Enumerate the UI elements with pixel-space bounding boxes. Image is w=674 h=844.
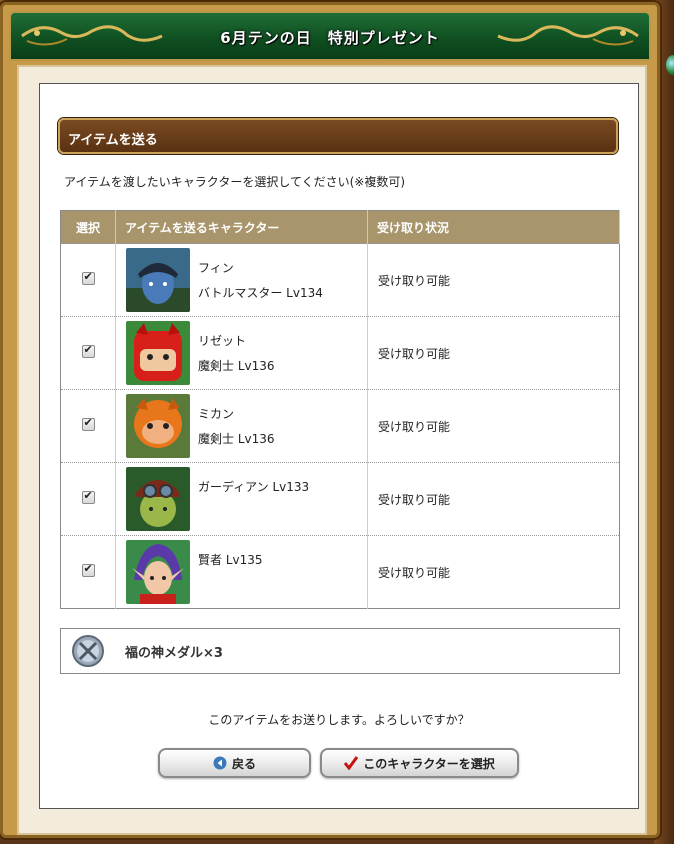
avatar-icon — [126, 540, 190, 604]
content-panel: アイテムを送る アイテムを渡したいキャラクターを選択してください(※複数可) 選… — [39, 83, 639, 809]
select-button-label: このキャラクターを選択 — [363, 756, 495, 771]
table-row: ガーディアン Lv133 受け取り可能 — [60, 462, 620, 536]
header-character: アイテムを送るキャラクター — [115, 210, 368, 244]
medal-icon — [72, 635, 104, 667]
status-text: 受け取り可能 — [367, 389, 620, 463]
status-text: 受け取り可能 — [367, 535, 620, 609]
table-row: 賢者 Lv135 受け取り可能 — [60, 535, 620, 609]
checkmark-icon — [344, 756, 359, 770]
avatar-icon — [126, 394, 190, 458]
gem-icon — [666, 55, 674, 75]
character-name: ミカン — [198, 407, 235, 421]
back-button[interactable]: 戻る — [158, 748, 311, 778]
instruction-text: アイテムを渡したいキャラクターを選択してください(※複数可) — [64, 175, 406, 189]
character-job: 魔剣士 Lv136 — [198, 432, 275, 446]
character-name: フィン — [198, 261, 234, 275]
select-character-button[interactable]: このキャラクターを選択 — [320, 748, 519, 778]
table-row: ミカン魔剣士 Lv136 受け取り可能 — [60, 389, 620, 463]
character-job: 賢者 Lv135 — [198, 553, 263, 567]
back-arrow-icon — [213, 756, 227, 770]
status-text: 受け取り可能 — [367, 243, 620, 317]
item-label: 福の神メダル×3 — [125, 645, 223, 661]
avatar-icon — [126, 467, 190, 531]
dialog-title: 6月テンの日 特別プレゼント — [220, 29, 440, 47]
table-row: リゼット魔剣士 Lv136 受け取り可能 — [60, 316, 620, 390]
character-name: リゼット — [198, 334, 247, 348]
character-job: 魔剣士 Lv136 — [198, 359, 275, 373]
select-checkbox[interactable] — [81, 343, 95, 358]
select-checkbox[interactable] — [81, 416, 95, 431]
status-text: 受け取り可能 — [367, 462, 620, 536]
select-checkbox[interactable] — [81, 270, 95, 285]
title-bar: 6月テンの日 特別プレゼント — [9, 11, 651, 61]
header-select: 選択 — [60, 210, 116, 244]
select-checkbox[interactable] — [81, 562, 95, 577]
table-row: フィンバトルマスター Lv134 受け取り可能 — [60, 243, 620, 317]
section-heading: アイテムを送る — [58, 118, 618, 154]
character-job: ガーディアン Lv133 — [198, 480, 310, 494]
confirm-text: このアイテムをお送りします。よろしいですか？ — [208, 713, 470, 727]
header-status: 受け取り状況 — [367, 210, 620, 244]
avatar-icon — [126, 321, 190, 385]
item-box: 福の神メダル×3 — [60, 628, 620, 674]
select-checkbox[interactable] — [81, 489, 95, 504]
avatar-icon — [126, 248, 190, 312]
dialog-body: アイテムを送る アイテムを渡したいキャラクターを選択してください(※複数可) 選… — [17, 65, 647, 835]
character-job: バトルマスター Lv134 — [198, 286, 323, 300]
back-button-label: 戻る — [231, 756, 256, 771]
status-text: 受け取り可能 — [367, 316, 620, 390]
character-table: 選択 アイテムを送るキャラクター 受け取り状況 ✔ フィン バトルマスター Lv… — [60, 210, 620, 609]
present-dialog: 6月テンの日 特別プレゼント アイテムを送る アイテムを渡したいキャラクターを選… — [0, 2, 674, 838]
